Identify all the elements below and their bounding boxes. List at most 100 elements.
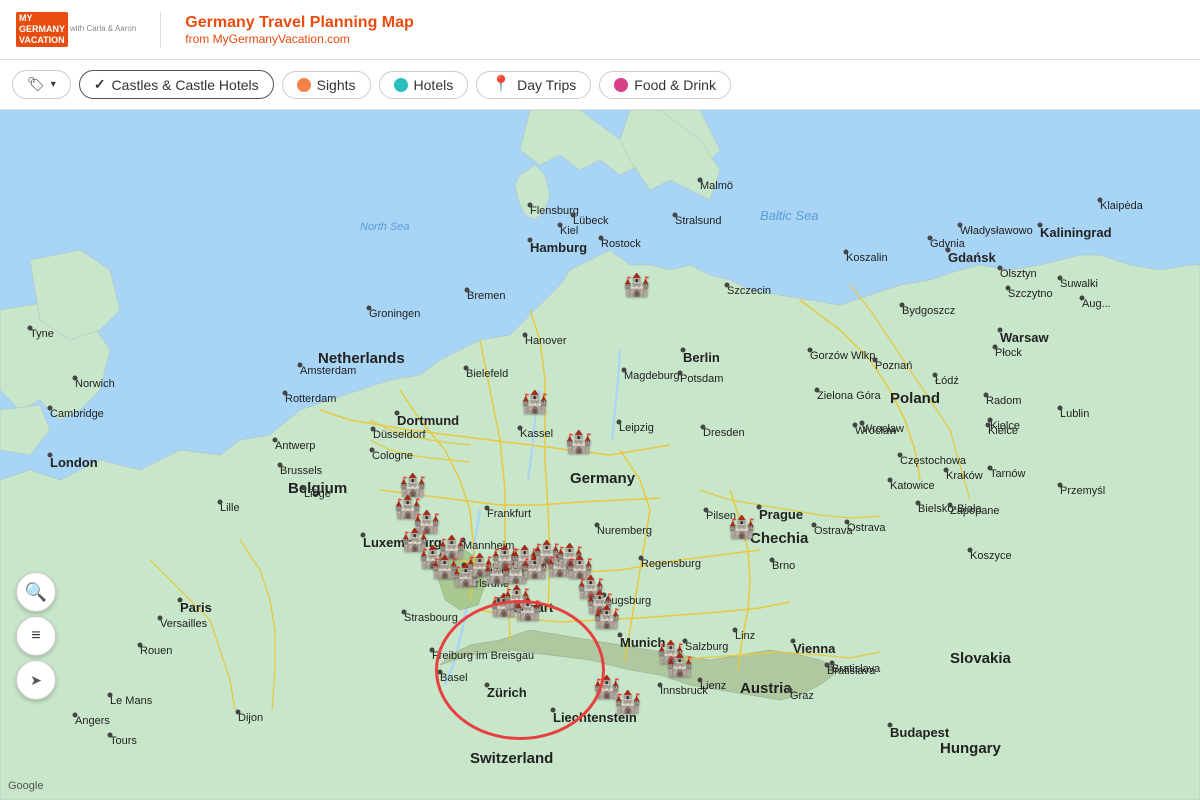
city-dot bbox=[673, 213, 678, 218]
city-dot bbox=[958, 223, 963, 228]
logo-my: MY bbox=[19, 13, 65, 24]
city-dot bbox=[617, 420, 622, 425]
city-dot bbox=[888, 478, 893, 483]
castle-marker[interactable]: 🏰 bbox=[623, 272, 650, 298]
navigate-icon: ➤ bbox=[30, 672, 42, 689]
city-dot bbox=[278, 463, 283, 468]
logo-germany: GERMANY bbox=[19, 24, 65, 35]
filter-hotels[interactable]: Hotels bbox=[379, 71, 469, 99]
city-dot bbox=[558, 223, 563, 228]
city-dot bbox=[1098, 198, 1103, 203]
city-dot bbox=[523, 333, 528, 338]
city-dot bbox=[733, 628, 738, 633]
city-dot bbox=[844, 250, 849, 255]
layers-button[interactable]: ≡ bbox=[16, 616, 56, 656]
city-dot bbox=[986, 423, 991, 428]
tag-chevron-icon: ▾ bbox=[51, 79, 56, 90]
city-dot bbox=[788, 688, 793, 693]
city-dot bbox=[528, 203, 533, 208]
logo-box: MY GERMANY VACATION with Carla & Aaron bbox=[16, 12, 136, 46]
castle-marker[interactable]: 🏰 bbox=[514, 596, 541, 622]
city-dot bbox=[933, 373, 938, 378]
city-dot bbox=[361, 533, 366, 538]
daytrips-icon: 📍 bbox=[491, 77, 511, 93]
city-dot bbox=[571, 213, 576, 218]
filter-food-label: Food & Drink bbox=[634, 77, 716, 93]
city-dot bbox=[273, 438, 278, 443]
city-dot bbox=[853, 423, 858, 428]
layers-icon: ≡ bbox=[31, 627, 40, 645]
city-dot bbox=[464, 366, 469, 371]
city-dot bbox=[438, 670, 443, 675]
search-button[interactable]: 🔍 bbox=[16, 572, 56, 612]
navigate-button[interactable]: ➤ bbox=[16, 660, 56, 700]
castle-marker[interactable]: 🏰 bbox=[565, 429, 592, 455]
city-dot bbox=[704, 508, 709, 513]
city-dot bbox=[698, 178, 703, 183]
svg-text:Baltic Sea: Baltic Sea bbox=[760, 208, 819, 223]
city-dot bbox=[830, 661, 835, 666]
map-container[interactable]: Baltic Sea North Sea HamburgBremenBerlin… bbox=[0, 110, 1200, 800]
city-dot bbox=[898, 453, 903, 458]
city-dot bbox=[698, 678, 703, 683]
city-dot bbox=[770, 558, 775, 563]
city-dot bbox=[639, 556, 644, 561]
city-dot bbox=[916, 501, 921, 506]
city-dot bbox=[1058, 483, 1063, 488]
toolbar: 🏷 ▾ ✓ Castles & Castle Hotels Sights Hot… bbox=[0, 60, 1200, 110]
filter-castles[interactable]: ✓ Castles & Castle Hotels bbox=[79, 70, 274, 99]
city-dot bbox=[948, 503, 953, 508]
city-dot bbox=[658, 683, 663, 688]
city-dot bbox=[873, 358, 878, 363]
city-dot bbox=[371, 427, 376, 432]
city-dot bbox=[73, 376, 78, 381]
search-icon: 🔍 bbox=[25, 582, 47, 603]
city-dot bbox=[370, 448, 375, 453]
city-dot bbox=[900, 303, 905, 308]
city-dot bbox=[944, 468, 949, 473]
city-dot bbox=[138, 643, 143, 648]
city-dot bbox=[757, 505, 762, 510]
city-dot bbox=[888, 723, 893, 728]
city-dot bbox=[681, 348, 686, 353]
filter-hotels-label: Hotels bbox=[414, 77, 454, 93]
header: MY GERMANY VACATION with Carla & Aaron G… bbox=[0, 0, 1200, 60]
filter-sights-label: Sights bbox=[317, 77, 356, 93]
city-dot bbox=[595, 523, 600, 528]
city-dot bbox=[678, 371, 683, 376]
city-dot bbox=[815, 388, 820, 393]
city-dot bbox=[984, 393, 989, 398]
city-dot bbox=[968, 548, 973, 553]
svg-text:North Sea: North Sea bbox=[360, 221, 410, 233]
city-dot bbox=[48, 453, 53, 458]
city-dot bbox=[725, 283, 730, 288]
filter-food[interactable]: Food & Drink bbox=[599, 71, 731, 99]
city-dot bbox=[946, 248, 951, 253]
city-dot bbox=[73, 713, 78, 718]
city-dot bbox=[1080, 296, 1085, 301]
tag-icon-button[interactable]: 🏷 ▾ bbox=[12, 70, 71, 99]
header-title: Germany Travel Planning Map bbox=[185, 14, 414, 32]
castle-marker[interactable]: 🏰 bbox=[666, 652, 693, 678]
castle-marker[interactable]: 🏰 bbox=[614, 689, 641, 715]
castle-marker[interactable]: 🏰 bbox=[728, 514, 755, 540]
city-dot bbox=[791, 639, 796, 644]
filter-daytrips[interactable]: 📍 Day Trips bbox=[476, 71, 591, 99]
city-dot bbox=[1058, 276, 1063, 281]
castle-marker[interactable]: 🏰 bbox=[593, 604, 620, 630]
city-dot bbox=[599, 236, 604, 241]
city-dot bbox=[485, 506, 490, 511]
city-dot bbox=[518, 426, 523, 431]
city-dot bbox=[928, 236, 933, 241]
city-dot bbox=[701, 425, 706, 430]
filter-sights[interactable]: Sights bbox=[282, 71, 371, 99]
filter-daytrips-label: Day Trips bbox=[517, 77, 576, 93]
filter-castles-label: Castles & Castle Hotels bbox=[112, 77, 259, 93]
city-dot bbox=[618, 633, 623, 638]
city-dot bbox=[298, 363, 303, 368]
city-dot bbox=[108, 733, 113, 738]
city-dot bbox=[845, 520, 850, 525]
sights-icon bbox=[297, 78, 311, 92]
city-dot bbox=[998, 266, 1003, 271]
castle-marker[interactable]: 🏰 bbox=[521, 389, 548, 415]
